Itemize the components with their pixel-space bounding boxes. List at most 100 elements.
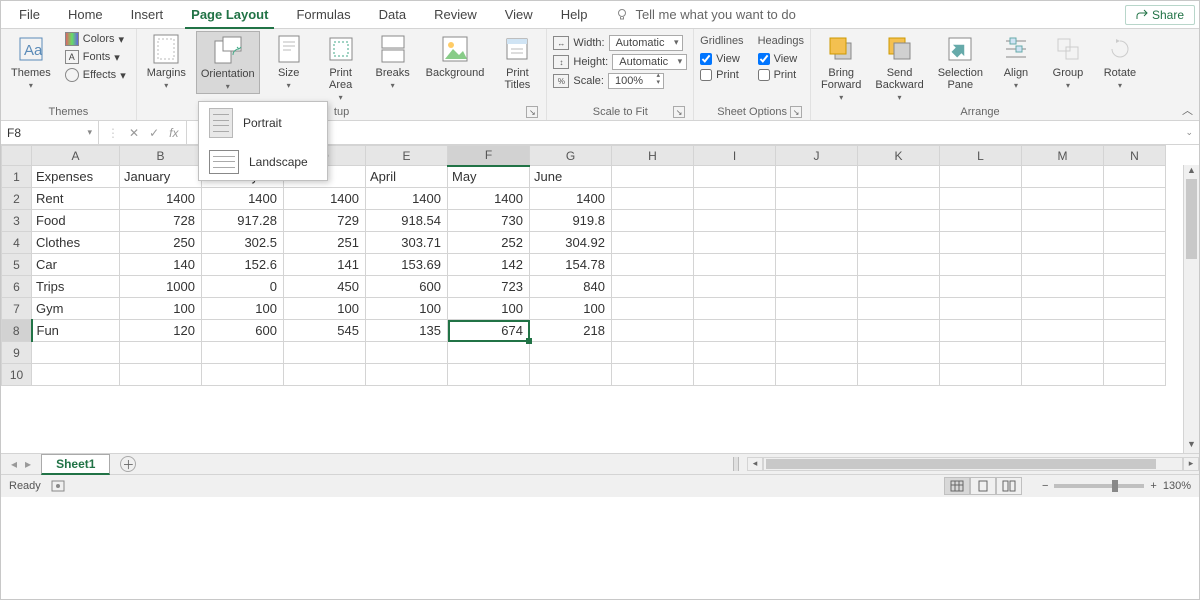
print-area-button[interactable]: Print Area▾	[318, 31, 364, 104]
zoom-slider[interactable]	[1054, 484, 1144, 488]
cell-H4[interactable]	[612, 232, 694, 254]
align-button[interactable]: Align▾	[993, 31, 1039, 92]
cell-J2[interactable]	[776, 188, 858, 210]
cell-H5[interactable]	[612, 254, 694, 276]
cell-N7[interactable]	[1104, 298, 1166, 320]
cell-F8[interactable]: 674	[448, 320, 530, 342]
cell-N4[interactable]	[1104, 232, 1166, 254]
cell-K9[interactable]	[858, 342, 940, 364]
row-header-10[interactable]: 10	[2, 364, 32, 386]
name-box[interactable]: F8	[1, 121, 99, 144]
cell-N2[interactable]	[1104, 188, 1166, 210]
cell-D4[interactable]: 251	[284, 232, 366, 254]
hscroll-thumb[interactable]	[766, 459, 1156, 469]
selection-pane-button[interactable]: Selection Pane	[934, 31, 987, 93]
cell-L10[interactable]	[940, 364, 1022, 386]
vertical-scrollbar[interactable]: ▲ ▼	[1183, 165, 1199, 453]
cell-A2[interactable]: Rent	[32, 188, 120, 210]
cell-K3[interactable]	[858, 210, 940, 232]
cell-D7[interactable]: 100	[284, 298, 366, 320]
view-page-layout-button[interactable]	[970, 477, 996, 495]
cell-F6[interactable]: 723	[448, 276, 530, 298]
cell-G3[interactable]: 919.8	[530, 210, 612, 232]
row-header-8[interactable]: 8	[2, 320, 32, 342]
bring-forward-button[interactable]: Bring Forward▾	[817, 31, 865, 104]
cell-I3[interactable]	[694, 210, 776, 232]
scale-spinner[interactable]: 100%	[608, 73, 664, 89]
row-header-2[interactable]: 2	[2, 188, 32, 210]
hscroll-left-icon[interactable]: ◂	[747, 457, 763, 471]
cell-A8[interactable]: Fun	[32, 320, 120, 342]
cell-J7[interactable]	[776, 298, 858, 320]
tab-help[interactable]: Help	[547, 1, 602, 28]
effects-button[interactable]: Effects▾	[61, 67, 130, 83]
cell-L9[interactable]	[940, 342, 1022, 364]
cell-E9[interactable]	[366, 342, 448, 364]
cell-F4[interactable]: 252	[448, 232, 530, 254]
tab-data[interactable]: Data	[365, 1, 420, 28]
cell-G1[interactable]: June	[530, 166, 612, 188]
select-all-corner[interactable]	[2, 146, 32, 166]
orientation-portrait[interactable]: Portrait	[199, 102, 327, 144]
cell-B2[interactable]: 1400	[120, 188, 202, 210]
cell-N6[interactable]	[1104, 276, 1166, 298]
cell-M10[interactable]	[1022, 364, 1104, 386]
hscroll-right-icon[interactable]: ▸	[1183, 457, 1199, 471]
cell-G4[interactable]: 304.92	[530, 232, 612, 254]
cell-I9[interactable]	[694, 342, 776, 364]
cell-A3[interactable]: Food	[32, 210, 120, 232]
col-header-I[interactable]: I	[694, 146, 776, 166]
row-header-6[interactable]: 6	[2, 276, 32, 298]
cell-M4[interactable]	[1022, 232, 1104, 254]
cell-G6[interactable]: 840	[530, 276, 612, 298]
margins-button[interactable]: Margins▾	[143, 31, 190, 92]
macro-record-icon[interactable]	[51, 480, 65, 492]
cell-K6[interactable]	[858, 276, 940, 298]
expand-formula-icon[interactable]: ⌄	[1185, 127, 1193, 138]
tab-insert[interactable]: Insert	[117, 1, 178, 28]
tab-file[interactable]: File	[5, 1, 54, 28]
colors-button[interactable]: Colors▾	[61, 31, 130, 47]
tab-page-layout[interactable]: Page Layout	[177, 1, 282, 28]
horizontal-scrollbar[interactable]: ◂ ▸	[725, 457, 1199, 471]
collapse-ribbon-button[interactable]: ︿	[1182, 102, 1193, 118]
row-header-7[interactable]: 7	[2, 298, 32, 320]
cell-J8[interactable]	[776, 320, 858, 342]
col-header-N[interactable]: N	[1104, 146, 1166, 166]
cell-D9[interactable]	[284, 342, 366, 364]
cell-C2[interactable]: 1400	[202, 188, 284, 210]
col-header-B[interactable]: B	[120, 146, 202, 166]
cell-I6[interactable]	[694, 276, 776, 298]
cell-M2[interactable]	[1022, 188, 1104, 210]
cell-E2[interactable]: 1400	[366, 188, 448, 210]
cell-J4[interactable]	[776, 232, 858, 254]
cancel-icon[interactable]: ✕	[129, 126, 139, 140]
cell-H1[interactable]	[612, 166, 694, 188]
cell-L3[interactable]	[940, 210, 1022, 232]
cell-L1[interactable]	[940, 166, 1022, 188]
cell-D5[interactable]: 141	[284, 254, 366, 276]
cell-C10[interactable]	[202, 364, 284, 386]
cell-C6[interactable]: 0	[202, 276, 284, 298]
cell-C5[interactable]: 152.6	[202, 254, 284, 276]
cell-F1[interactable]: May	[448, 166, 530, 188]
themes-button[interactable]: Aa Themes ▾	[7, 31, 55, 92]
cell-E5[interactable]: 153.69	[366, 254, 448, 276]
fx-icon[interactable]: fx	[169, 126, 178, 140]
hscroll-split[interactable]	[733, 457, 739, 471]
cell-D2[interactable]: 1400	[284, 188, 366, 210]
cell-C7[interactable]: 100	[202, 298, 284, 320]
cell-L2[interactable]	[940, 188, 1022, 210]
sheet-prev-icon[interactable]: ◂	[11, 457, 17, 471]
cell-K2[interactable]	[858, 188, 940, 210]
row-header-1[interactable]: 1	[2, 166, 32, 188]
size-button[interactable]: Size▾	[266, 31, 312, 92]
cell-J5[interactable]	[776, 254, 858, 276]
cell-N1[interactable]	[1104, 166, 1166, 188]
cell-I2[interactable]	[694, 188, 776, 210]
col-header-M[interactable]: M	[1022, 146, 1104, 166]
cell-J1[interactable]	[776, 166, 858, 188]
gridlines-view-check[interactable]: View	[700, 53, 743, 65]
cell-C8[interactable]: 600	[202, 320, 284, 342]
zoom-out-button[interactable]: −	[1042, 480, 1048, 492]
